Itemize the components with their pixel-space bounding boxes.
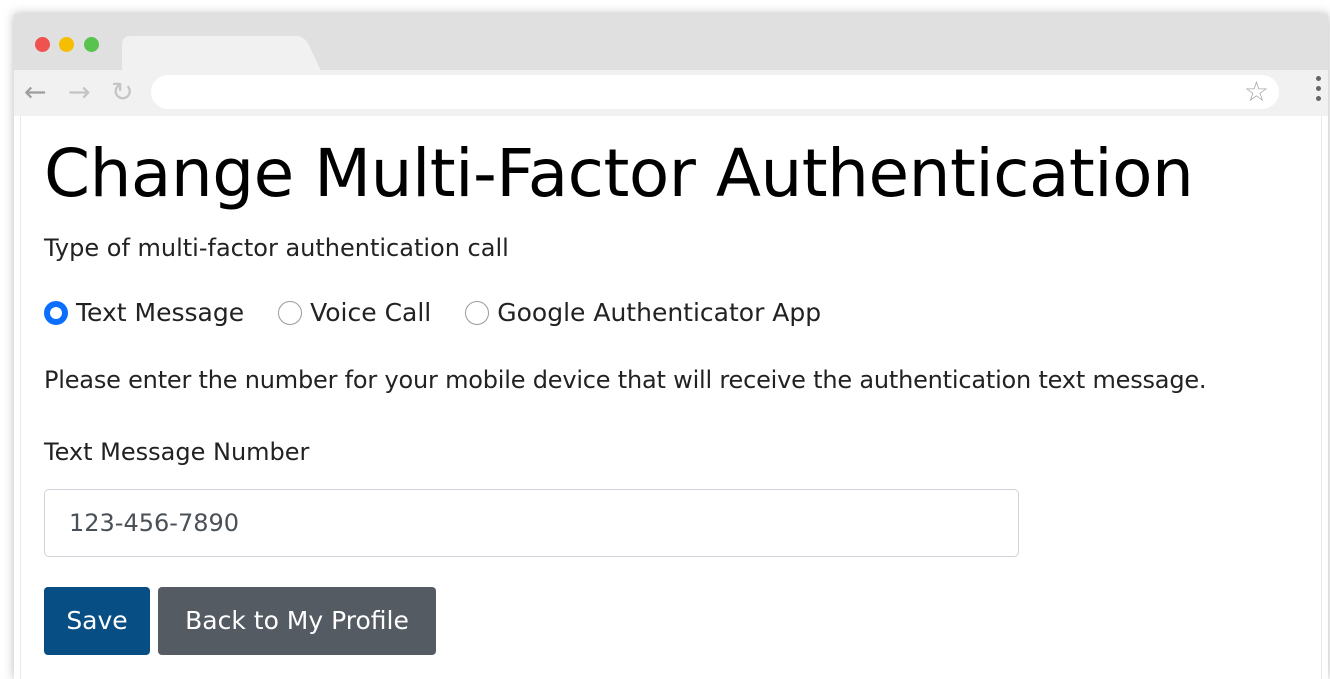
bookmark-star-icon[interactable]: ☆ xyxy=(1244,75,1269,109)
browser-window: ← → ↻ ☆ Change Multi-Factor Authenticati… xyxy=(14,14,1328,679)
browser-toolbar: ← → ↻ ☆ xyxy=(14,70,1328,116)
close-window-button[interactable] xyxy=(35,37,50,52)
radio-option-text-message[interactable]: Text Message xyxy=(44,298,244,327)
minimize-window-button[interactable] xyxy=(59,37,74,52)
radio-option-voice-call[interactable]: Voice Call xyxy=(278,298,431,327)
tab-bar xyxy=(14,14,1328,76)
mfa-type-radio-group: Text Message Voice Call Google Authentic… xyxy=(44,298,855,327)
reload-icon[interactable]: ↻ xyxy=(111,76,134,110)
browser-menu-icon[interactable] xyxy=(1316,76,1322,106)
radio-button-text-message[interactable] xyxy=(44,300,68,325)
page-title: Change Multi-Factor Authentication xyxy=(44,135,1194,212)
phone-number-input[interactable] xyxy=(44,489,1019,557)
radio-label-text-message: Text Message xyxy=(76,298,245,327)
phone-number-label: Text Message Number xyxy=(44,438,310,466)
radio-button-google-authenticator[interactable] xyxy=(465,300,490,325)
radio-option-google-authenticator[interactable]: Google Authenticator App xyxy=(465,298,821,327)
address-bar[interactable]: ☆ xyxy=(151,75,1279,109)
save-button[interactable]: Save xyxy=(44,587,150,655)
back-to-profile-button[interactable]: Back to My Profile xyxy=(158,587,436,655)
radio-label-voice-call: Voice Call xyxy=(310,298,432,327)
radio-label-google-authenticator: Google Authenticator App xyxy=(497,298,822,327)
maximize-window-button[interactable] xyxy=(84,37,99,52)
forward-arrow-icon[interactable]: → xyxy=(68,76,91,110)
mfa-type-label: Type of multi-factor authentication call xyxy=(44,234,509,262)
radio-button-voice-call[interactable] xyxy=(278,300,303,325)
instructions-text: Please enter the number for your mobile … xyxy=(44,366,1207,394)
back-arrow-icon[interactable]: ← xyxy=(24,76,47,110)
page-content: Change Multi-Factor Authentication Type … xyxy=(20,116,1322,679)
